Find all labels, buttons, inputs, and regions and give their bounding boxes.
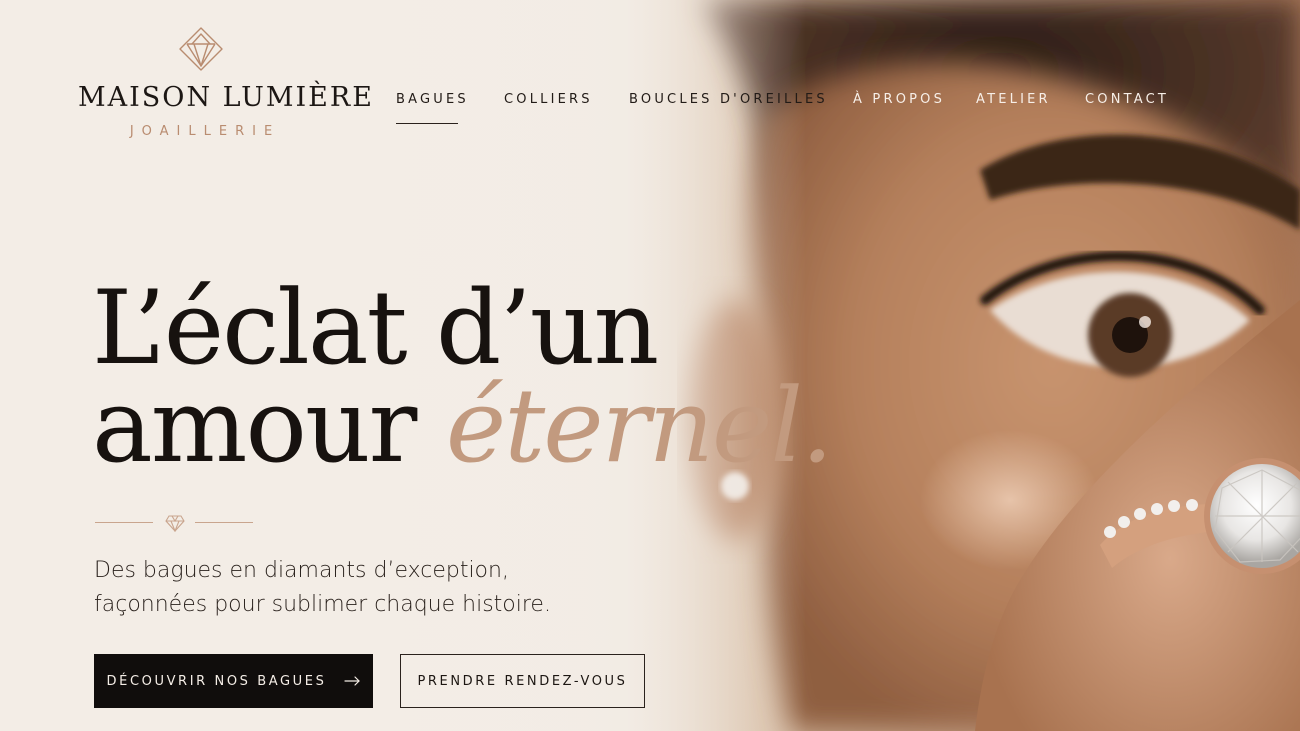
hero-title: L’éclat d’un amour éternel. [92,278,833,478]
hero-title-line2: amour [92,367,417,486]
decorative-divider [95,514,257,532]
nav-item-bagues[interactable]: BAGUES [396,92,469,107]
diamond-outline-icon [179,27,223,71]
nav-item-a-propos[interactable]: À PROPOS [853,92,945,107]
tagline-line1: Des bagues en diamants d’exception, [94,558,509,583]
arrow-right-icon [344,676,361,686]
hero-tagline: Des bagues en diamants d’exception, faço… [94,554,614,622]
tagline-line2: façonnées pour sublimer chaque histoire. [94,592,551,617]
hero-title-accent: éternel. [445,367,834,486]
nav-item-contact[interactable]: CONTACT [1085,92,1169,107]
discover-rings-button[interactable]: DÉCOUVRIR NOS BAGUES [94,654,373,708]
small-diamond-icon [165,515,185,532]
book-appointment-label: PRENDRE RENDEZ-VOUS [417,673,628,689]
nav-item-atelier[interactable]: ATELIER [976,92,1051,107]
main-navigation: BAGUES COLLIERS BOUCLES D'OREILLES À PRO… [0,92,1300,132]
discover-rings-label: DÉCOUVRIR NOS BAGUES [106,673,327,689]
nav-active-underline [396,123,458,124]
nav-item-boucles-doreilles[interactable]: BOUCLES D'OREILLES [629,92,828,107]
book-appointment-button[interactable]: PRENDRE RENDEZ-VOUS [400,654,645,708]
nav-item-colliers[interactable]: COLLIERS [504,92,593,107]
